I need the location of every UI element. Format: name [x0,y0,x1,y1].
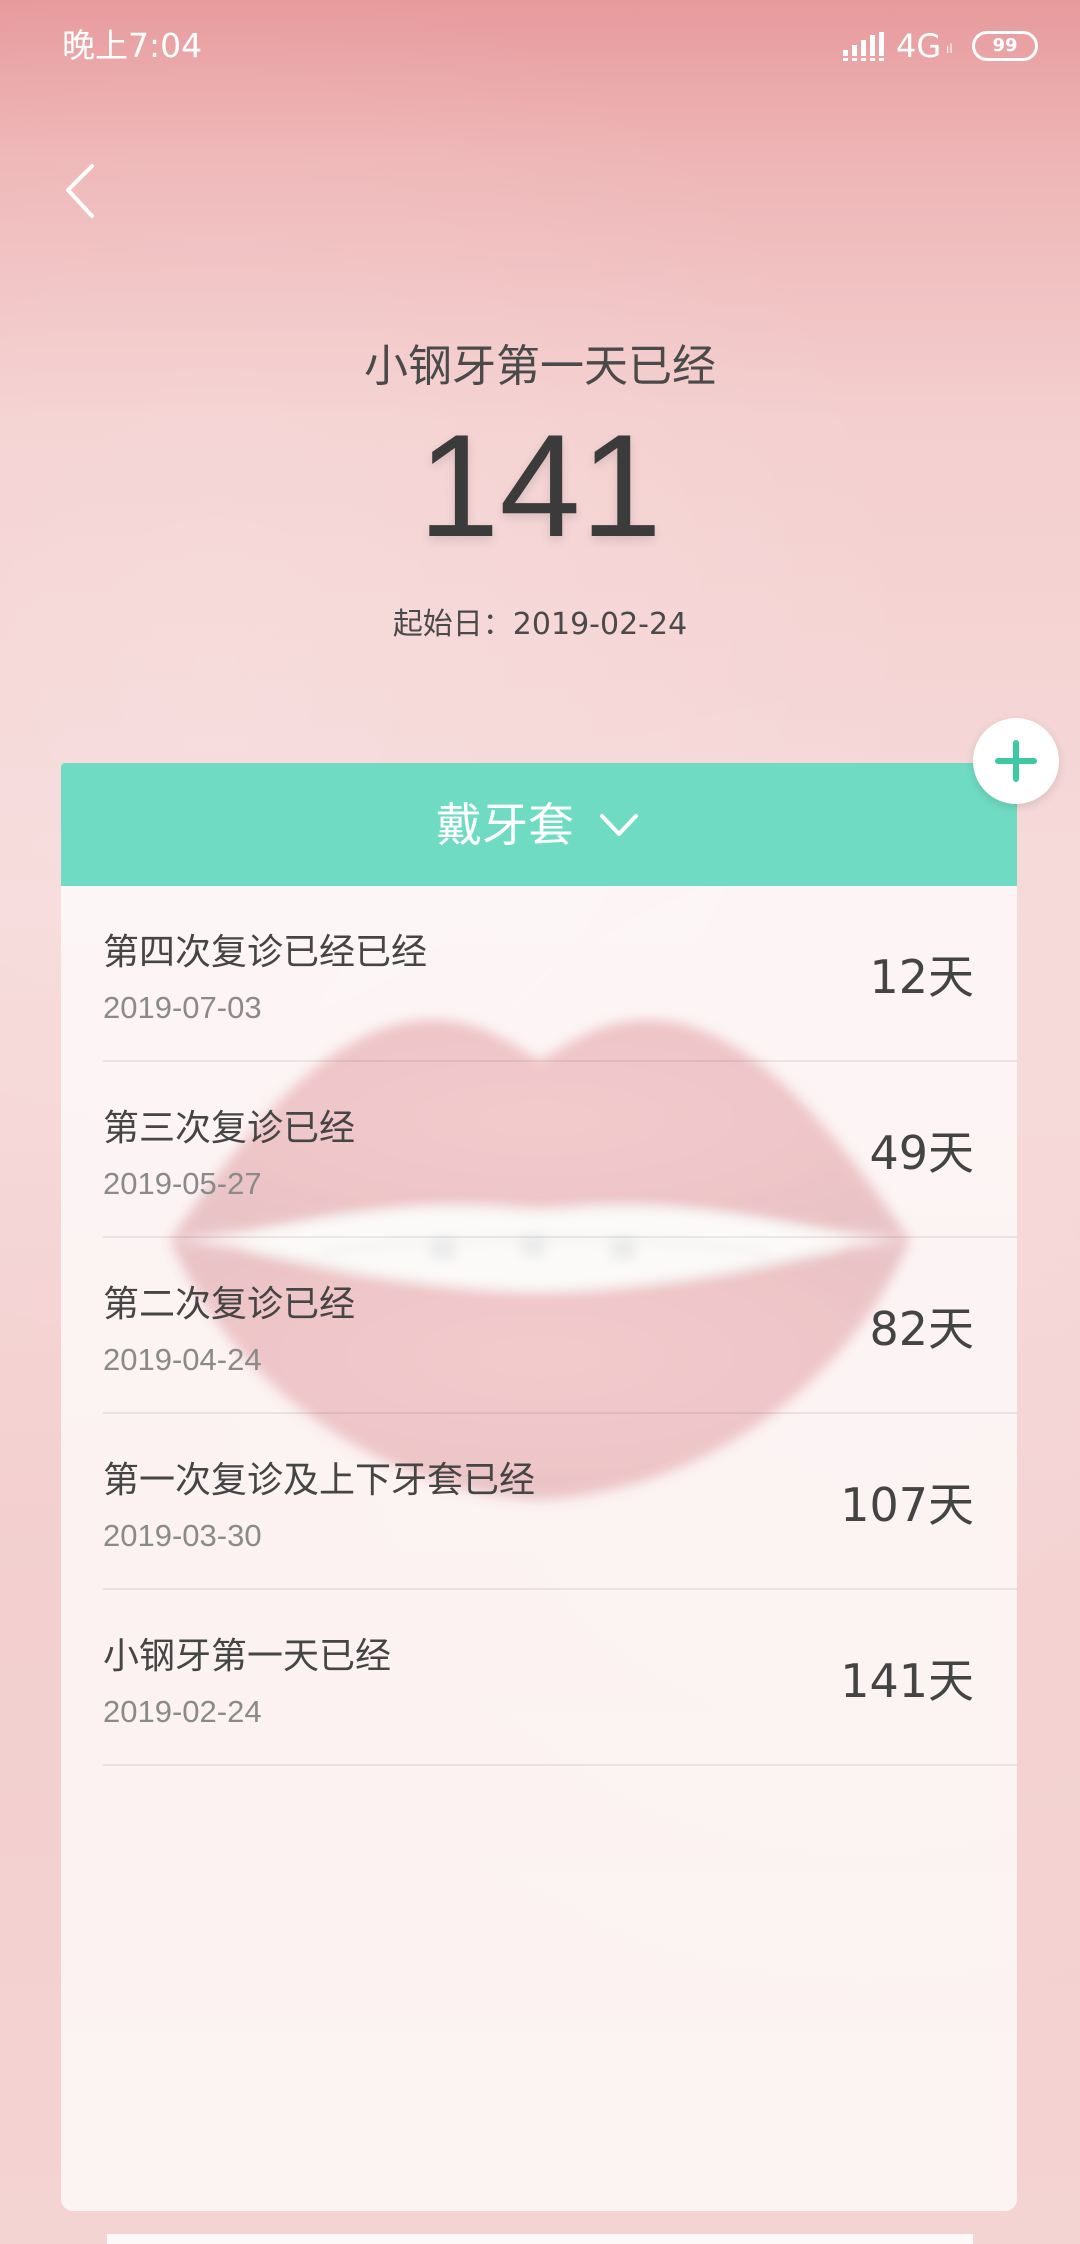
event-title: 第三次复诊已经 [103,1108,356,1149]
event-days: 12天 [869,950,974,1004]
list-item[interactable]: 第一次复诊及上下牙套已经 2019-03-30 107天 [61,1414,1017,1590]
status-bar: 晚上7:04 4G ıl 99 [0,0,1080,95]
chevron-down-icon [600,813,638,836]
battery-level: 99 [992,35,1018,56]
list-item[interactable]: 第二次复诊已经 2019-04-24 82天 [61,1238,1017,1414]
list-item[interactable]: 第四次复诊已经已经 2019-07-03 12天 [61,886,1017,1062]
event-days: 49天 [869,1126,974,1180]
start-date: 起始日：2019-02-24 [392,607,688,642]
event-date: 2019-07-03 [103,990,262,1025]
event-date: 2019-03-30 [103,1518,262,1553]
add-event-button[interactable] [973,718,1059,804]
event-days: 141天 [840,1654,974,1708]
signal-icon [843,32,884,61]
plus-icon [995,740,1037,782]
navigation-bar [107,2234,973,2244]
event-title: 第二次复诊已经 [103,1284,356,1325]
event-title: 第一次复诊及上下牙套已经 [103,1460,536,1501]
category-dropdown[interactable]: 戴牙套 [61,763,1017,886]
list-item[interactable]: 第三次复诊已经 2019-05-27 49天 [61,1062,1017,1238]
event-days: 82天 [869,1302,974,1356]
status-time: 晚上7:04 [62,26,203,65]
event-days: 107天 [840,1478,974,1532]
chevron-left-icon [66,164,94,218]
days-counter: 141 [418,404,662,567]
event-title: 小钢牙第一天已经 [103,1636,392,1677]
event-card: 戴牙套 第四次复诊已经已经 2019-07-03 12天 第三次复诊已经 201… [61,763,1017,2211]
event-date: 2019-05-27 [103,1166,262,1201]
event-date: 2019-04-24 [103,1342,262,1377]
category-label: 戴牙套 [436,797,574,852]
battery-icon: 99 [972,31,1038,61]
network-activity: ıl [946,42,953,56]
back-button[interactable] [52,150,112,230]
event-date: 2019-02-24 [103,1694,262,1729]
event-title: 第四次复诊已经已经 [103,932,428,973]
list-item[interactable]: 小钢牙第一天已经 2019-02-24 141天 [61,1590,1017,1766]
counter-title: 小钢牙第一天已经 [364,341,716,392]
network-type: 4G [896,27,942,65]
